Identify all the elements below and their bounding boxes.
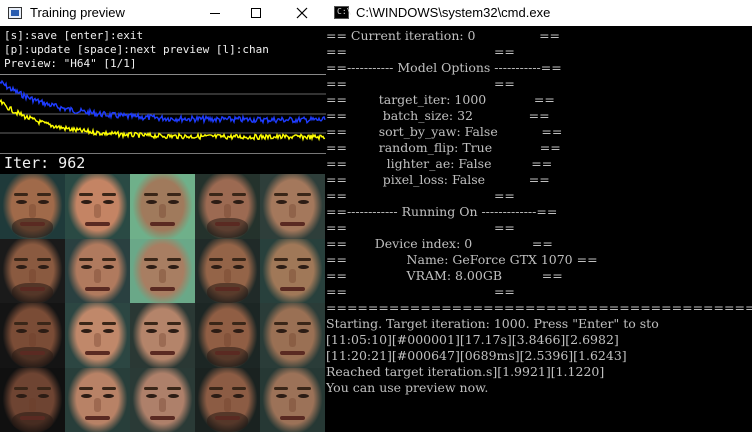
preview-face [195,174,260,239]
iteration-counter: Iter: 962 [0,154,326,174]
preview-face [130,367,195,432]
preview-face [260,367,325,432]
preview-face [0,303,65,368]
console-line: ==----------- Model Options -----------=… [326,60,562,75]
console-line: Starting. Target iteration: 1000. Press … [326,316,659,331]
title-bar[interactable]: Training preview [0,0,326,26]
preview-face [130,174,195,239]
console-line: ==------------ Running On -------------=… [326,204,558,219]
preview-face-grid [0,174,325,432]
console-line: [11:20:21][#000647][0689ms][2.5396][1.62… [326,348,627,363]
minimize-button[interactable] [195,0,235,26]
console-line: == == [326,188,515,203]
preview-face [0,367,65,432]
preview-face [65,174,130,239]
preview-face [130,303,195,368]
console-line: == batch_size: 32 == [326,108,550,123]
console-line: == == [326,76,515,91]
close-button[interactable] [282,0,322,26]
console-line: == pixel_loss: False == [326,172,550,187]
preview-face [195,303,260,368]
cmd-icon: C:\ [334,6,351,19]
loss-graph [0,74,326,154]
preview-name: Preview: "H64" [1/1] [4,57,137,70]
preview-face [0,174,65,239]
help-text-panel: [s]:save [enter]:exit [p]:update [space]… [0,26,326,74]
cmd-window-title: C:\WINDOWS\system32\cmd.exe [356,5,551,20]
preview-face [65,303,130,368]
console-line: == sort_by_yaw: False == [326,124,563,139]
console-line: == random_flip: True == [326,140,561,155]
console-line: [11:05:10][#000001][17.17s][3.8466][2.69… [326,332,619,347]
console-line: == Current iteration: 0 == [326,28,561,43]
console-line: == == [326,220,515,235]
preview-face [130,238,195,303]
console-line: You can use preview now. [326,380,489,395]
console-line: == VRAM: 8.00GB == [326,268,563,283]
close-icon [296,7,308,19]
console-line: == Name: GeForce GTX 1070 == [326,252,598,267]
cmd-window: C:\ C:\WINDOWS\system32\cmd.exe == Curre… [326,0,752,432]
console-line: == == [326,44,515,59]
console-line: ========================================… [326,300,752,315]
window-title: Training preview [30,5,125,20]
console-line: == lighter_ae: False == [326,156,553,171]
preview-face [260,174,325,239]
preview-face [195,238,260,303]
loss-series-blue [0,79,326,125]
preview-face [260,303,325,368]
console-line: == == [326,284,515,299]
minimize-icon [210,13,220,14]
preview-face [65,367,130,432]
preview-face [65,238,130,303]
console-line: == Device index: 0 == [326,236,553,251]
preview-face [260,238,325,303]
console-line: == target_iter: 1000 == [326,92,555,107]
maximize-icon [251,8,261,18]
help-line-keys: [s]:save [enter]:exit [4,29,144,42]
maximize-button[interactable] [236,0,276,26]
console-line: Reached target iteration.s][1.9921][1.12… [326,364,605,379]
preview-face [195,367,260,432]
training-preview-window: Training preview [s]:save [enter]:exit [… [0,0,326,432]
cmd-title-bar[interactable]: C:\ C:\WINDOWS\system32\cmd.exe [326,0,752,26]
iteration-label: Iter: 962 [4,154,86,172]
help-line-update: [p]:update [space]:next preview [l]:chan [4,43,269,56]
app-icon [8,7,22,19]
preview-face [0,238,65,303]
